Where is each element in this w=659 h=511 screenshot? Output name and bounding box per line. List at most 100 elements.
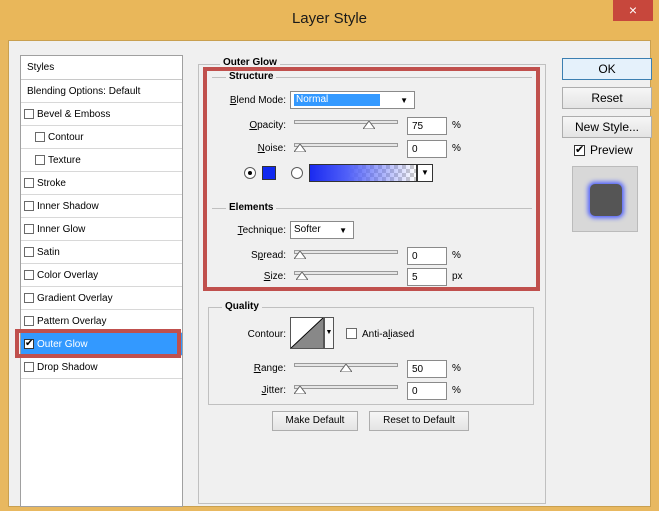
slider-thumb-icon[interactable] <box>363 121 375 129</box>
slider-thumb-icon[interactable] <box>294 144 306 152</box>
preview-thumbnail <box>590 184 622 216</box>
range-unit: % <box>452 363 461 374</box>
jitter-slider[interactable] <box>294 383 398 394</box>
blend-mode-value: Normal <box>294 94 380 106</box>
style-item-label: Pattern Overlay <box>37 316 107 327</box>
style-item-checkbox[interactable] <box>35 132 45 142</box>
style-item-checkbox[interactable] <box>24 109 34 119</box>
size-slider[interactable] <box>294 269 398 280</box>
style-item-label: Inner Shadow <box>37 201 99 212</box>
style-item-checkbox[interactable] <box>24 201 34 211</box>
style-item-satin[interactable]: Satin <box>21 241 182 264</box>
chevron-down-icon: ▼ <box>400 96 408 105</box>
style-item-label: Outer Glow <box>37 339 88 350</box>
preview-checkbox[interactable] <box>574 143 585 156</box>
spread-input[interactable]: 0 <box>407 247 447 265</box>
glow-gradient-picker[interactable] <box>309 164 417 182</box>
range-slider[interactable] <box>294 361 398 372</box>
window-title: Layer Style <box>291 10 368 27</box>
style-item-texture[interactable]: Texture <box>21 149 182 172</box>
noise-input[interactable]: 0 <box>407 140 447 158</box>
size-input[interactable]: 5 <box>407 268 447 286</box>
style-item-label: Contour <box>48 132 84 143</box>
contour-curve-icon <box>290 317 324 349</box>
style-item-checkbox[interactable] <box>24 293 34 303</box>
jitter-unit: % <box>452 385 461 396</box>
slider-thumb-icon[interactable] <box>294 386 306 394</box>
range-label: Range: <box>253 363 286 374</box>
style-item-outer-glow[interactable]: Outer Glow <box>21 333 182 356</box>
size-label: Size: <box>263 271 286 282</box>
preview-label: Preview <box>590 143 633 157</box>
opacity-label: Opacity: <box>249 120 286 131</box>
structure-title: Structure <box>226 71 277 82</box>
style-item-checkbox[interactable] <box>24 270 34 280</box>
spread-slider[interactable] <box>294 248 398 259</box>
style-item-contour[interactable]: Contour <box>21 126 182 149</box>
jitter-label: Jitter: <box>261 385 286 396</box>
style-item-checkbox[interactable] <box>24 316 34 326</box>
ok-button[interactable]: OK <box>562 58 652 80</box>
slider-thumb-icon[interactable] <box>294 251 306 259</box>
opacity-unit: % <box>452 120 461 131</box>
size-unit: px <box>452 271 463 282</box>
anti-aliased-label: Anti-aliased <box>362 329 415 340</box>
style-item-inner-glow[interactable]: Inner Glow <box>21 218 182 241</box>
noise-slider[interactable] <box>294 141 398 152</box>
close-button[interactable]: × <box>613 0 653 21</box>
opacity-slider[interactable] <box>294 118 398 129</box>
style-item-label: Inner Glow <box>37 224 86 235</box>
contour-label: Contour: <box>247 329 286 340</box>
style-item-pattern-overlay[interactable]: Pattern Overlay <box>21 310 182 333</box>
style-item-inner-shadow[interactable]: Inner Shadow <box>21 195 182 218</box>
contour-dropdown-icon[interactable]: ▼ <box>324 317 334 349</box>
new-style-button[interactable]: New Style... <box>562 116 652 138</box>
blend-mode-label: Blend Mode: <box>229 95 286 106</box>
slider-thumb-icon[interactable] <box>296 272 308 280</box>
contour-picker[interactable] <box>290 317 324 349</box>
technique-select[interactable]: Softer ▼ <box>290 221 354 239</box>
gradient-dropdown-icon[interactable]: ▼ <box>417 164 433 182</box>
blend-mode-select[interactable]: Normal ▼ <box>290 91 415 109</box>
chevron-down-icon: ▼ <box>339 226 347 235</box>
glow-color-swatch[interactable] <box>262 166 276 180</box>
style-item-checkbox[interactable] <box>35 155 45 165</box>
style-item-stroke[interactable]: Stroke <box>21 172 182 195</box>
style-preview <box>572 166 638 232</box>
range-input[interactable]: 50 <box>407 360 447 378</box>
style-item-checkbox[interactable] <box>24 178 34 188</box>
elements-title: Elements <box>226 202 277 213</box>
opacity-input[interactable]: 75 <box>407 117 447 135</box>
styles-header[interactable]: Styles <box>21 56 182 80</box>
style-item-label: Satin <box>37 247 60 258</box>
spread-label: Spread: <box>250 250 286 261</box>
style-item-gradient-overlay[interactable]: Gradient Overlay <box>21 287 182 310</box>
style-item-label: Bevel & Emboss <box>37 109 111 120</box>
reset-button[interactable]: Reset <box>562 87 652 109</box>
anti-aliased-checkbox[interactable] <box>346 328 357 339</box>
technique-label: Technique: <box>237 225 286 236</box>
style-item-checkbox[interactable] <box>24 247 34 257</box>
styles-list: Styles Blending Options: Default Bevel &… <box>20 55 183 507</box>
style-item-drop-shadow[interactable]: Drop Shadow <box>21 356 182 379</box>
style-item-label: Color Overlay <box>37 270 99 281</box>
style-item-checkbox[interactable] <box>24 362 34 372</box>
spread-unit: % <box>452 250 461 261</box>
blending-options-item[interactable]: Blending Options: Default <box>21 80 182 103</box>
solid-color-radio[interactable] <box>244 167 256 179</box>
style-item-color-overlay[interactable]: Color Overlay <box>21 264 182 287</box>
noise-label: Noise: <box>257 143 286 154</box>
style-item-label: Texture <box>48 155 81 166</box>
reset-to-default-button[interactable]: Reset to Default <box>369 411 469 431</box>
style-item-label: Gradient Overlay <box>37 293 113 304</box>
slider-thumb-icon[interactable] <box>340 364 352 372</box>
noise-unit: % <box>452 143 461 154</box>
style-item-checkbox[interactable] <box>24 224 34 234</box>
style-item-bevel-emboss[interactable]: Bevel & Emboss <box>21 103 182 126</box>
style-item-checkbox[interactable] <box>24 338 34 349</box>
technique-value: Softer <box>294 224 321 235</box>
gradient-radio[interactable] <box>291 167 303 179</box>
make-default-button[interactable]: Make Default <box>272 411 358 431</box>
jitter-input[interactable]: 0 <box>407 382 447 400</box>
title-bar: Layer Style × <box>0 0 659 40</box>
